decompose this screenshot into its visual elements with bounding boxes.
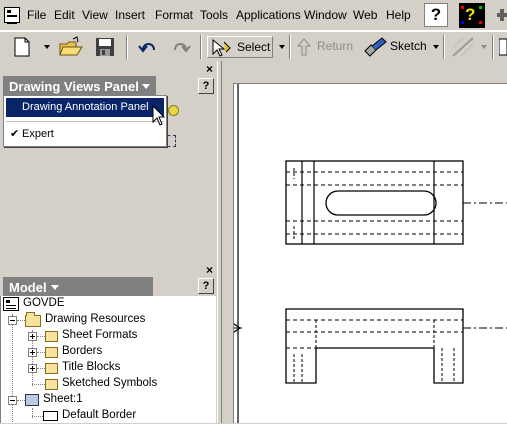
sketch-pencil-icon [362, 36, 388, 61]
app-menu-icon[interactable] [4, 7, 20, 24]
return-button[interactable]: Return [294, 36, 354, 58]
save-icon[interactable] [94, 36, 116, 58]
dimension-dropdown-icon[interactable] [481, 45, 487, 49]
tree-item-borders[interactable]: Borders [27, 344, 213, 360]
mouse-cursor-icon [152, 104, 166, 130]
menu-item-drawing-annotation-panel[interactable]: Drawing Annotation Panel [6, 98, 164, 117]
tree-item-root[interactable]: GOVDE [3, 296, 213, 312]
select-label: Select [237, 40, 271, 54]
undo-icon[interactable] [137, 36, 159, 58]
tree-item-label: GOVDE [23, 297, 65, 309]
drawing-sheet [227, 83, 507, 423]
tree-item-label: Sheet:1 [43, 393, 83, 405]
menu-view[interactable]: View [82, 8, 108, 22]
select-icon [210, 38, 232, 61]
front-view[interactable] [285, 308, 507, 384]
drawing-canvas[interactable] [222, 61, 507, 423]
drawing-views-panel-header[interactable]: Drawing Views Panel [3, 76, 156, 96]
tree-item-label: Title Blocks [62, 361, 121, 373]
standard-toolbar: Select Return Sketch [0, 31, 507, 61]
model-panel-header[interactable]: Model [3, 277, 153, 297]
design-support-icon[interactable]: ? [459, 3, 485, 28]
tree-item-label: Borders [62, 345, 103, 357]
tree-item-label: Default Border [62, 409, 137, 421]
menu-item-label: Drawing Annotation Panel [22, 101, 149, 113]
collapse-icon[interactable] [8, 316, 17, 325]
panel-close-icon[interactable]: × [206, 63, 213, 75]
tree-item-label: Sheet Formats [62, 329, 138, 341]
tree-item-title-blocks[interactable]: Title Blocks [27, 360, 213, 376]
folder-icon [45, 379, 58, 390]
sketch-label: Sketch [390, 39, 427, 53]
new-document-icon[interactable] [11, 36, 33, 58]
panel-help-icon[interactable]: ? [198, 78, 214, 94]
panel-title: Drawing Views Panel [9, 79, 139, 94]
view-tool-icon[interactable] [168, 105, 179, 116]
folder-icon [45, 331, 58, 342]
toolbar-overflow-icon[interactable] [498, 36, 507, 58]
menu-bar: File Edit View Insert Format Tools Appli… [0, 0, 507, 31]
tree-item-default-border[interactable]: Default Border [27, 408, 213, 424]
select-dropdown-icon[interactable] [279, 45, 285, 49]
tree-item-drawing-resources[interactable]: Drawing Resources [7, 312, 213, 328]
folder-icon [45, 347, 58, 358]
expand-icon[interactable] [28, 364, 37, 373]
tree-item-label: Drawing Resources [45, 313, 146, 325]
menu-help[interactable]: Help [386, 8, 411, 22]
open-folder-icon[interactable] [58, 36, 83, 58]
model-help-icon[interactable]: ? [198, 278, 214, 294]
redo-icon[interactable] [170, 36, 192, 58]
menu-applications[interactable]: Applications [236, 8, 301, 22]
menu-insert[interactable]: Insert [115, 8, 145, 22]
dimension-style-icon[interactable] [451, 36, 475, 58]
panel-switch-menu: Drawing Annotation Panel ✔ Expert [3, 95, 167, 147]
model-close-icon[interactable]: × [206, 264, 213, 276]
top-view[interactable] [285, 160, 507, 245]
sheet-icon [25, 394, 39, 406]
sketch-button[interactable]: Sketch [362, 36, 427, 61]
tree-item-label: Sketched Symbols [62, 377, 158, 389]
menu-edit[interactable]: Edit [54, 8, 75, 22]
plus-icon[interactable] [497, 9, 507, 21]
menu-file[interactable]: File [27, 8, 46, 22]
model-tree: GOVDE Drawing Resources Sheet Formats Bo… [0, 296, 216, 423]
panel-dropdown-icon [142, 84, 150, 89]
help-topics-icon[interactable]: ? [424, 3, 448, 27]
tree-item-sheet-formats[interactable]: Sheet Formats [27, 328, 213, 344]
menu-item-label: Expert [22, 128, 54, 140]
tree-item-sketched-symbols[interactable]: Sketched Symbols [27, 376, 213, 392]
select-button[interactable]: Select [207, 36, 273, 58]
drawing-views [227, 84, 507, 423]
drawing-doc-icon [3, 297, 19, 311]
menu-format[interactable]: Format [155, 8, 193, 22]
return-label: Return [317, 39, 354, 53]
menu-window[interactable]: Window [304, 8, 347, 22]
menu-web[interactable]: Web [353, 8, 377, 22]
border-icon [43, 411, 58, 421]
collapse-icon[interactable] [8, 396, 17, 405]
tree-item-sheet-1[interactable]: Sheet:1 [7, 392, 213, 408]
menu-tools[interactable]: Tools [200, 8, 228, 22]
checkmark-icon: ✔ [10, 128, 20, 140]
new-dropdown-icon[interactable] [44, 45, 50, 49]
folder-icon [25, 312, 41, 327]
model-dropdown-icon [51, 285, 59, 290]
model-title: Model [9, 280, 47, 295]
return-arrow-icon [296, 37, 312, 60]
expand-icon[interactable] [28, 348, 37, 357]
expand-icon[interactable] [28, 332, 37, 341]
folder-icon [45, 363, 58, 374]
sketch-dropdown-icon[interactable] [433, 45, 439, 49]
